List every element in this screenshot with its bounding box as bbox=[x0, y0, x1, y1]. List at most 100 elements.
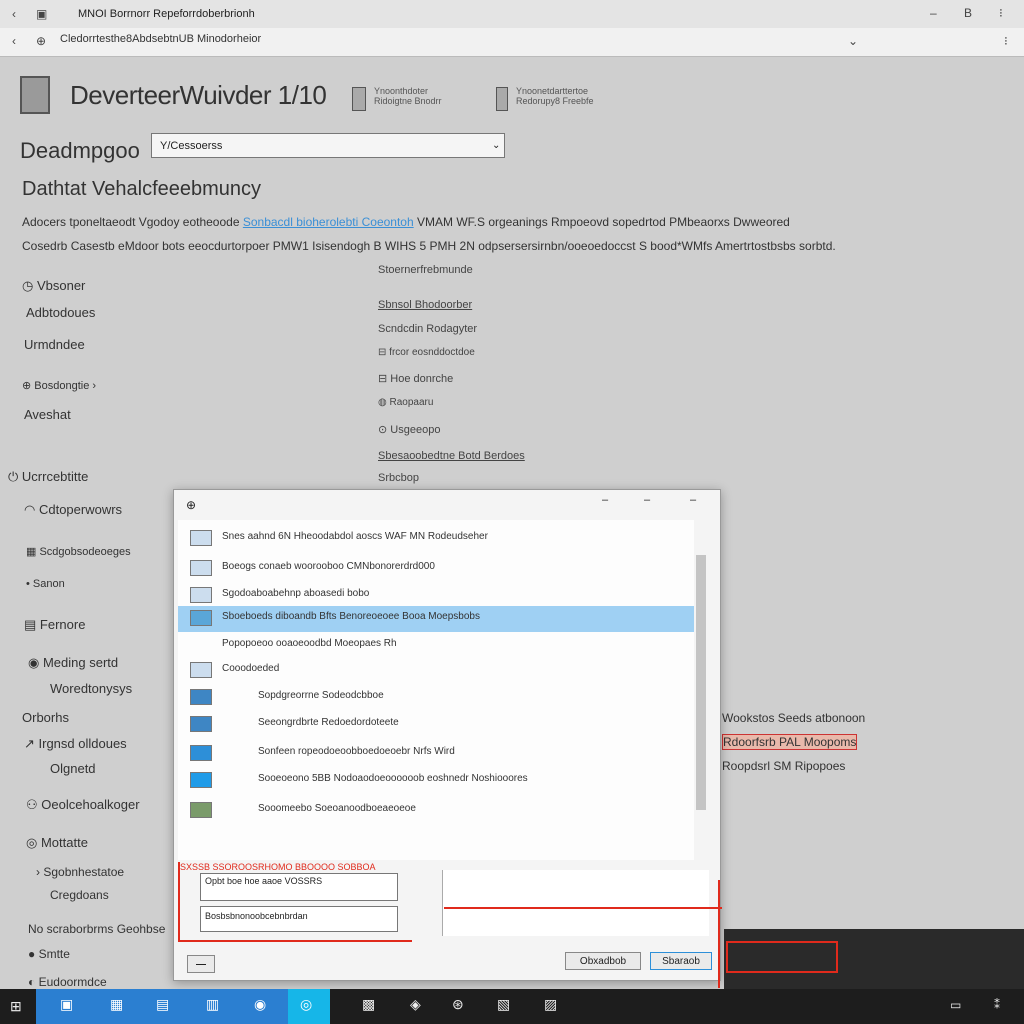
taskbar-app-10[interactable]: ▧ bbox=[497, 996, 510, 1013]
list-item[interactable]: Boeogs conaeb woorooboo CMNbonorerdrd000 bbox=[178, 556, 694, 580]
sidebar-item-16[interactable]: ⚇ Oeolcehoalkoger bbox=[26, 797, 140, 813]
clock-icon: ◷ bbox=[22, 278, 37, 293]
dialog-option-button[interactable]: ⎯⎯ bbox=[187, 955, 215, 973]
list-item[interactable]: Sooeoeono 5BB Nodoaodoeoooooob eoshnedr … bbox=[178, 768, 694, 792]
sidebar-item-20[interactable]: No scraborbrms Geohbse bbox=[28, 922, 165, 936]
tray-icon[interactable]: ▭ bbox=[950, 998, 961, 1012]
power-icon: ⏻ bbox=[8, 469, 22, 484]
sidebar-item-7[interactable]: ◠ Cdtoperwowrs bbox=[24, 502, 122, 518]
taskbar-apps bbox=[36, 989, 330, 1024]
start-icon[interactable]: ⊞ bbox=[10, 998, 22, 1015]
sidebar-item-1[interactable]: ◷ Vbsoner bbox=[22, 278, 85, 294]
list-item[interactable]: Sooomeebo Soeoanoodboeaeoeoe bbox=[178, 798, 694, 822]
notification-icon[interactable]: ⁑ bbox=[994, 998, 1000, 1012]
dialog-cancel-button[interactable]: Obxadbob bbox=[565, 952, 641, 970]
address-field[interactable]: Cledorrtesthe8AbdsebtnUB Minodorheior bbox=[60, 33, 860, 51]
chat-icon: ◎ bbox=[26, 835, 41, 850]
back-nav-icon[interactable]: ‹ bbox=[12, 34, 16, 48]
taskbar-app-4[interactable]: ▥ bbox=[206, 996, 219, 1013]
center-item-7[interactable]: Srbcbop bbox=[378, 472, 419, 484]
sidebar-item-3[interactable]: Urmdndee bbox=[24, 337, 85, 352]
minimize-button[interactable]: – bbox=[930, 6, 937, 20]
center-item-2[interactable]: Scndcdin Rodagyter bbox=[378, 323, 477, 335]
center-link-1[interactable]: Sbnsol Bhodoorber bbox=[378, 299, 472, 311]
maximize-button[interactable]: B bbox=[964, 6, 972, 20]
sidebar-item-4[interactable]: ⊕ Bosdongtie › bbox=[22, 379, 96, 392]
list-item[interactable]: Sopdgreorrne Sodeodcbboe bbox=[178, 685, 694, 709]
sidebar-item-5[interactable]: Aveshat bbox=[24, 407, 71, 422]
app-icon bbox=[20, 76, 50, 114]
sidebar-item-8[interactable]: ▦ Scdgobsodeoeges bbox=[26, 545, 131, 558]
sidebar-item-11[interactable]: ◉ Meding sertd bbox=[28, 655, 118, 671]
center-link-2[interactable]: Sbesaoobedtne Botd Berdoes bbox=[378, 450, 525, 462]
center-item-6[interactable]: ⊙ Usgeeopo bbox=[378, 423, 440, 436]
annotation-line bbox=[718, 880, 720, 988]
taskbar-app-9[interactable]: ⊛ bbox=[452, 996, 464, 1013]
taskbar-app-11[interactable]: ▨ bbox=[544, 996, 557, 1013]
category-select[interactable]: Y/Cessoerss bbox=[151, 133, 505, 158]
sidebar-item-10[interactable]: ▤ Fernore bbox=[24, 617, 85, 633]
chevron-down-icon[interactable]: ⌄ bbox=[492, 140, 500, 151]
sidebar-item-14[interactable]: ↗ Irgnsd olldoues bbox=[24, 736, 127, 752]
folder-icon bbox=[190, 716, 212, 732]
sidebar-item-22[interactable]: ◐ Eudoormdce bbox=[28, 975, 107, 989]
bottom-field-1[interactable]: Opbt boe hoe aaoe VOSSRS bbox=[200, 873, 398, 901]
taskbar-app-2[interactable]: ▦ bbox=[110, 996, 123, 1013]
sidebar-item-15[interactable]: Olgnetd bbox=[50, 761, 96, 776]
right-info-2[interactable]: Rdoorfsrb PAL Moopoms bbox=[722, 734, 858, 750]
sidebar-item-21[interactable]: ● Smtte bbox=[28, 947, 70, 961]
sidebar-item-6[interactable]: ⏻ Ucrrcebtitte bbox=[8, 469, 88, 485]
center-item-1: Stoernerfrebmunde bbox=[378, 264, 473, 276]
taskbar-app-1[interactable]: ▣ bbox=[60, 996, 73, 1013]
header-info-1: Ynoonthdoter Ridoigtne Bnodrr bbox=[374, 86, 442, 106]
sidebar-item-12[interactable]: Woredtonysys bbox=[50, 681, 132, 696]
sidebar-item-17[interactable]: ◎ Mottatte bbox=[26, 835, 88, 851]
refresh-icon[interactable]: ⊕ bbox=[36, 34, 46, 48]
chevron-down-icon[interactable]: ⌄ bbox=[848, 34, 858, 48]
header-info-2: Ynoonetdarttertoe Redorupy8 Freebfe bbox=[516, 86, 594, 106]
taskbar-app-3[interactable]: ▤ bbox=[156, 996, 169, 1013]
taskbar-app-6[interactable]: ◎ bbox=[300, 996, 312, 1013]
description-line-1: Adocers tponeltaeodt Vgodoy eotheoode So… bbox=[22, 215, 790, 229]
list-item[interactable]: Sonfeen ropeodoeoobboedoeoebr Nrfs Wird bbox=[178, 741, 694, 765]
bottom-header: SXSSB SSOROOSRHOMO BBOOOO SOBBOA bbox=[180, 862, 376, 872]
center-item-4[interactable]: ⊟ Hoe donrche bbox=[378, 372, 453, 385]
bottom-field-2[interactable]: Bosbsbnonoobcebnbrdan bbox=[200, 906, 398, 932]
close-button[interactable]: ⁝ bbox=[999, 6, 1003, 20]
menu-icon[interactable]: ▣ bbox=[36, 7, 47, 21]
dialog-close-button[interactable]: – bbox=[690, 494, 696, 506]
taskbar-app-8[interactable]: ◈ bbox=[410, 996, 421, 1013]
right-info-3: Roopdsrl SM Ripopoes bbox=[722, 759, 846, 773]
dialog-minimize-button[interactable]: – bbox=[602, 494, 608, 506]
center-item-5[interactable]: ◍ Raopaaru bbox=[378, 397, 433, 408]
section-label: Deadmpgoo bbox=[20, 138, 140, 163]
preview-pane bbox=[442, 870, 709, 936]
folder-icon bbox=[190, 802, 212, 818]
toggle-icon: ⊟ bbox=[378, 347, 390, 358]
search-icon: ⊙ bbox=[378, 424, 391, 436]
list-item[interactable]: Sgodoaboabehnp aboasedi bobo bbox=[178, 583, 694, 607]
list-item[interactable]: Seeongrdbrte Redoedordoteete bbox=[178, 712, 694, 736]
taskbar-app-5[interactable]: ◉ bbox=[254, 996, 266, 1013]
center-item-3[interactable]: ⊟ frcor eosnddoctdoe bbox=[378, 347, 475, 358]
more-icon[interactable]: ⁝ bbox=[1004, 34, 1008, 48]
sidebar-item-13[interactable]: Orborhs bbox=[22, 710, 69, 725]
sidebar-item-19[interactable]: Cregdoans bbox=[50, 888, 109, 902]
dialog-maximize-button[interactable]: – bbox=[644, 494, 650, 506]
sidebar-item-9[interactable]: • Sanon bbox=[26, 578, 65, 590]
list-item[interactable]: Popopoeoo ooaoeoodbd Moeopaes Rh bbox=[178, 633, 694, 657]
description-line-2: Cosedrb Casestb eMdoor bots eeocdurtorpo… bbox=[22, 239, 836, 253]
list-item-selected[interactable]: Sboeboeds diboandb Bfts Benoreoeoee Booa… bbox=[178, 606, 694, 632]
desc1-link[interactable]: Sonbacdl bioherolebti Coeontoh bbox=[243, 215, 414, 229]
back-icon[interactable]: ‹ bbox=[12, 7, 16, 21]
dialog-scrollbar[interactable] bbox=[696, 555, 706, 810]
sidebar-item-2[interactable]: Adbtodoues bbox=[26, 305, 95, 320]
folder-icon bbox=[190, 772, 212, 788]
dialog-ok-button[interactable]: Sbaraob bbox=[650, 952, 712, 970]
list-item[interactable]: Cooodoeded bbox=[178, 658, 694, 682]
sidebar-item-18[interactable]: › Sgobnhestatoe bbox=[36, 865, 124, 879]
wifi-icon: ◠ bbox=[24, 502, 39, 517]
eye-icon: ◉ bbox=[28, 655, 43, 670]
list-item[interactable]: Snes aahnd 6N Hheoodabdol aoscs WAF MN R… bbox=[178, 526, 694, 550]
taskbar-app-7[interactable]: ▩ bbox=[362, 996, 375, 1013]
